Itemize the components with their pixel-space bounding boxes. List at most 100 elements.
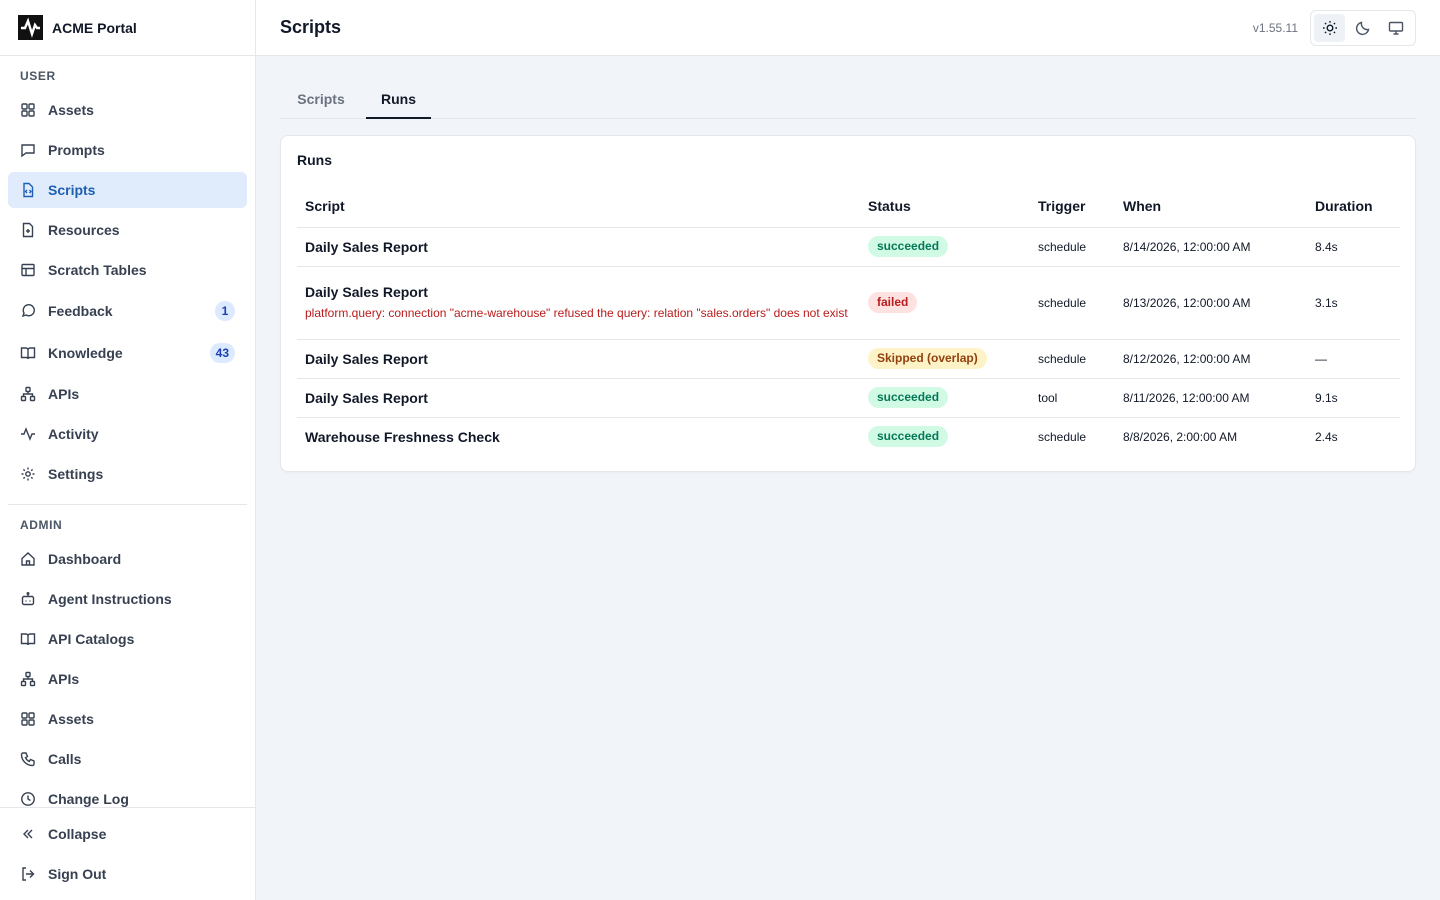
script-name: Daily Sales Report <box>297 339 860 379</box>
status-cell: succeeded <box>860 378 1030 418</box>
status-badge: failed <box>868 292 918 313</box>
sidebar-item-label: Feedback <box>48 303 113 319</box>
error-message: platform.query: connection "acme-warehou… <box>305 306 848 320</box>
sidebar: ACME Portal USER Assets Prompts Scripts … <box>0 0 256 900</box>
dark-theme-button[interactable] <box>1347 14 1378 42</box>
duration-cell: 2.4s <box>1315 429 1338 444</box>
sidebar-item-label: Assets <box>48 102 94 118</box>
phone-icon <box>20 751 36 767</box>
trigger-cell: schedule <box>1038 429 1087 444</box>
monitor-icon <box>1388 20 1404 36</box>
gear-icon <box>20 466 36 482</box>
sidebar-item-label: Prompts <box>48 142 105 158</box>
activity-icon <box>20 426 36 442</box>
when-cell: 8/13/2026, 12:00:00 AM <box>1115 266 1307 340</box>
table-row[interactable]: Daily Sales Report platform.query: conne… <box>297 266 1400 340</box>
sidebar-item-apis[interactable]: APIs <box>8 376 247 412</box>
sidebar-item-scripts[interactable]: Scripts <box>8 172 247 208</box>
light-theme-button[interactable] <box>1314 14 1346 42</box>
card-title: Runs <box>297 152 332 168</box>
sidebar-item-assets[interactable]: Assets <box>8 92 247 128</box>
status-cell: failed <box>860 266 1030 340</box>
sidebar-item-label: Resources <box>48 222 120 238</box>
column-header-trigger[interactable]: Trigger <box>1030 186 1115 228</box>
table-row[interactable]: Daily Sales Report succeeded schedule 8/… <box>297 227 1400 267</box>
sidebar-item-settings[interactable]: Settings <box>8 456 247 492</box>
network-icon <box>20 671 36 687</box>
sidebar-item-label: Dashboard <box>48 551 122 567</box>
collapse-button[interactable]: Collapse <box>8 816 247 852</box>
sidebar-item-label: Assets <box>48 711 94 727</box>
theme-switcher <box>1310 10 1416 46</box>
script-name: Warehouse Freshness Check <box>305 428 500 445</box>
section-label-admin: ADMIN <box>20 518 63 532</box>
logo-icon <box>18 15 43 40</box>
table-row[interactable]: Daily Sales Report Skipped (overlap) sch… <box>297 339 1400 379</box>
sidebar-item-label: Scripts <box>48 182 96 198</box>
moon-icon <box>1355 20 1371 36</box>
sidebar-item-scratch-tables[interactable]: Scratch Tables <box>8 252 247 288</box>
sidebar-item-dashboard[interactable]: Dashboard <box>8 541 247 577</box>
sidebar-item-prompts[interactable]: Prompts <box>8 132 247 168</box>
sidebar-item-api-catalogs[interactable]: API Catalogs <box>8 621 247 657</box>
sidebar-item-label: Activity <box>48 426 99 442</box>
section-label-user: USER <box>20 69 56 83</box>
sidebar-item-feedback[interactable]: Feedback 1 <box>8 293 247 329</box>
sidebar-footer: Collapse Sign Out <box>0 807 255 900</box>
sidebar-item-label: Change Log <box>48 791 129 807</box>
status-badge: succeeded <box>868 426 949 448</box>
system-theme-button[interactable] <box>1381 14 1412 42</box>
page-title: Scripts <box>280 17 342 37</box>
runs-table: Script Status Trigger When Duration Dail… <box>297 186 1400 456</box>
version-label: v1.55.11 <box>1252 21 1298 35</box>
file-plus-icon <box>20 222 36 238</box>
when-cell: 8/14/2026, 12:00:00 AM <box>1115 227 1307 267</box>
sidebar-item-admin-apis[interactable]: APIs <box>8 661 247 697</box>
brand[interactable]: ACME Portal <box>0 0 255 56</box>
sidebar-item-resources[interactable]: Resources <box>8 212 247 248</box>
sidebar-divider <box>8 504 247 505</box>
sidebar-item-agent-instructions[interactable]: Agent Instructions <box>8 581 247 617</box>
home-icon <box>20 551 36 567</box>
sidebar-nav[interactable]: USER Assets Prompts Scripts Resources Sc… <box>0 56 255 807</box>
sidebar-item-change-log[interactable]: Change Log <box>8 781 247 807</box>
book-open-icon <box>20 631 36 647</box>
table-header-row: Script Status Trigger When Duration <box>297 186 1400 228</box>
column-header-status[interactable]: Status <box>860 186 1030 228</box>
sidebar-item-label: Scratch Tables <box>48 262 147 278</box>
table-row[interactable]: Daily Sales Report succeeded tool 8/11/2… <box>297 378 1400 418</box>
sidebar-item-label: Knowledge <box>48 345 123 361</box>
duration-cell: 8.4s <box>1307 227 1400 267</box>
tab-runs[interactable]: Runs <box>366 80 431 119</box>
sidebar-item-calls[interactable]: Calls <box>8 741 247 777</box>
collapse-label: Collapse <box>48 826 107 842</box>
sidebar-item-label: API Catalogs <box>48 631 135 647</box>
sidebar-item-label: APIs <box>48 386 80 402</box>
sign-out-button[interactable]: Sign Out <box>8 856 247 892</box>
table-row[interactable]: Warehouse Freshness Check succeeded sche… <box>297 417 1400 456</box>
app-name: ACME Portal <box>52 19 137 36</box>
trigger-cell: schedule <box>1030 339 1115 379</box>
column-header-when[interactable]: When <box>1115 186 1307 228</box>
network-icon <box>20 386 36 402</box>
column-header-duration[interactable]: Duration <box>1307 186 1400 228</box>
message-circle-icon <box>20 303 36 319</box>
sun-icon <box>1322 20 1338 36</box>
sidebar-item-admin-assets[interactable]: Assets <box>8 701 247 737</box>
tab-scripts[interactable]: Scripts <box>281 80 361 118</box>
status-cell: Skipped (overlap) <box>860 339 1030 379</box>
status-cell: succeeded <box>860 417 1030 456</box>
log-out-icon <box>20 866 36 882</box>
sign-out-label: Sign Out <box>48 866 107 882</box>
message-square-icon <box>20 142 36 158</box>
sidebar-item-knowledge[interactable]: Knowledge 43 <box>8 335 247 371</box>
script-cell: Daily Sales Report platform.query: conne… <box>297 266 860 340</box>
status-badge: succeeded <box>868 236 949 257</box>
duration-cell: 9.1s <box>1307 378 1400 418</box>
when-cell: 8/11/2026, 12:00:00 AM <box>1115 378 1307 418</box>
sidebar-item-activity[interactable]: Activity <box>8 416 247 452</box>
trigger-cell: schedule <box>1030 266 1115 340</box>
sidebar-item-label: Settings <box>48 466 104 482</box>
table-icon <box>20 262 36 278</box>
column-header-script[interactable]: Script <box>297 186 860 228</box>
